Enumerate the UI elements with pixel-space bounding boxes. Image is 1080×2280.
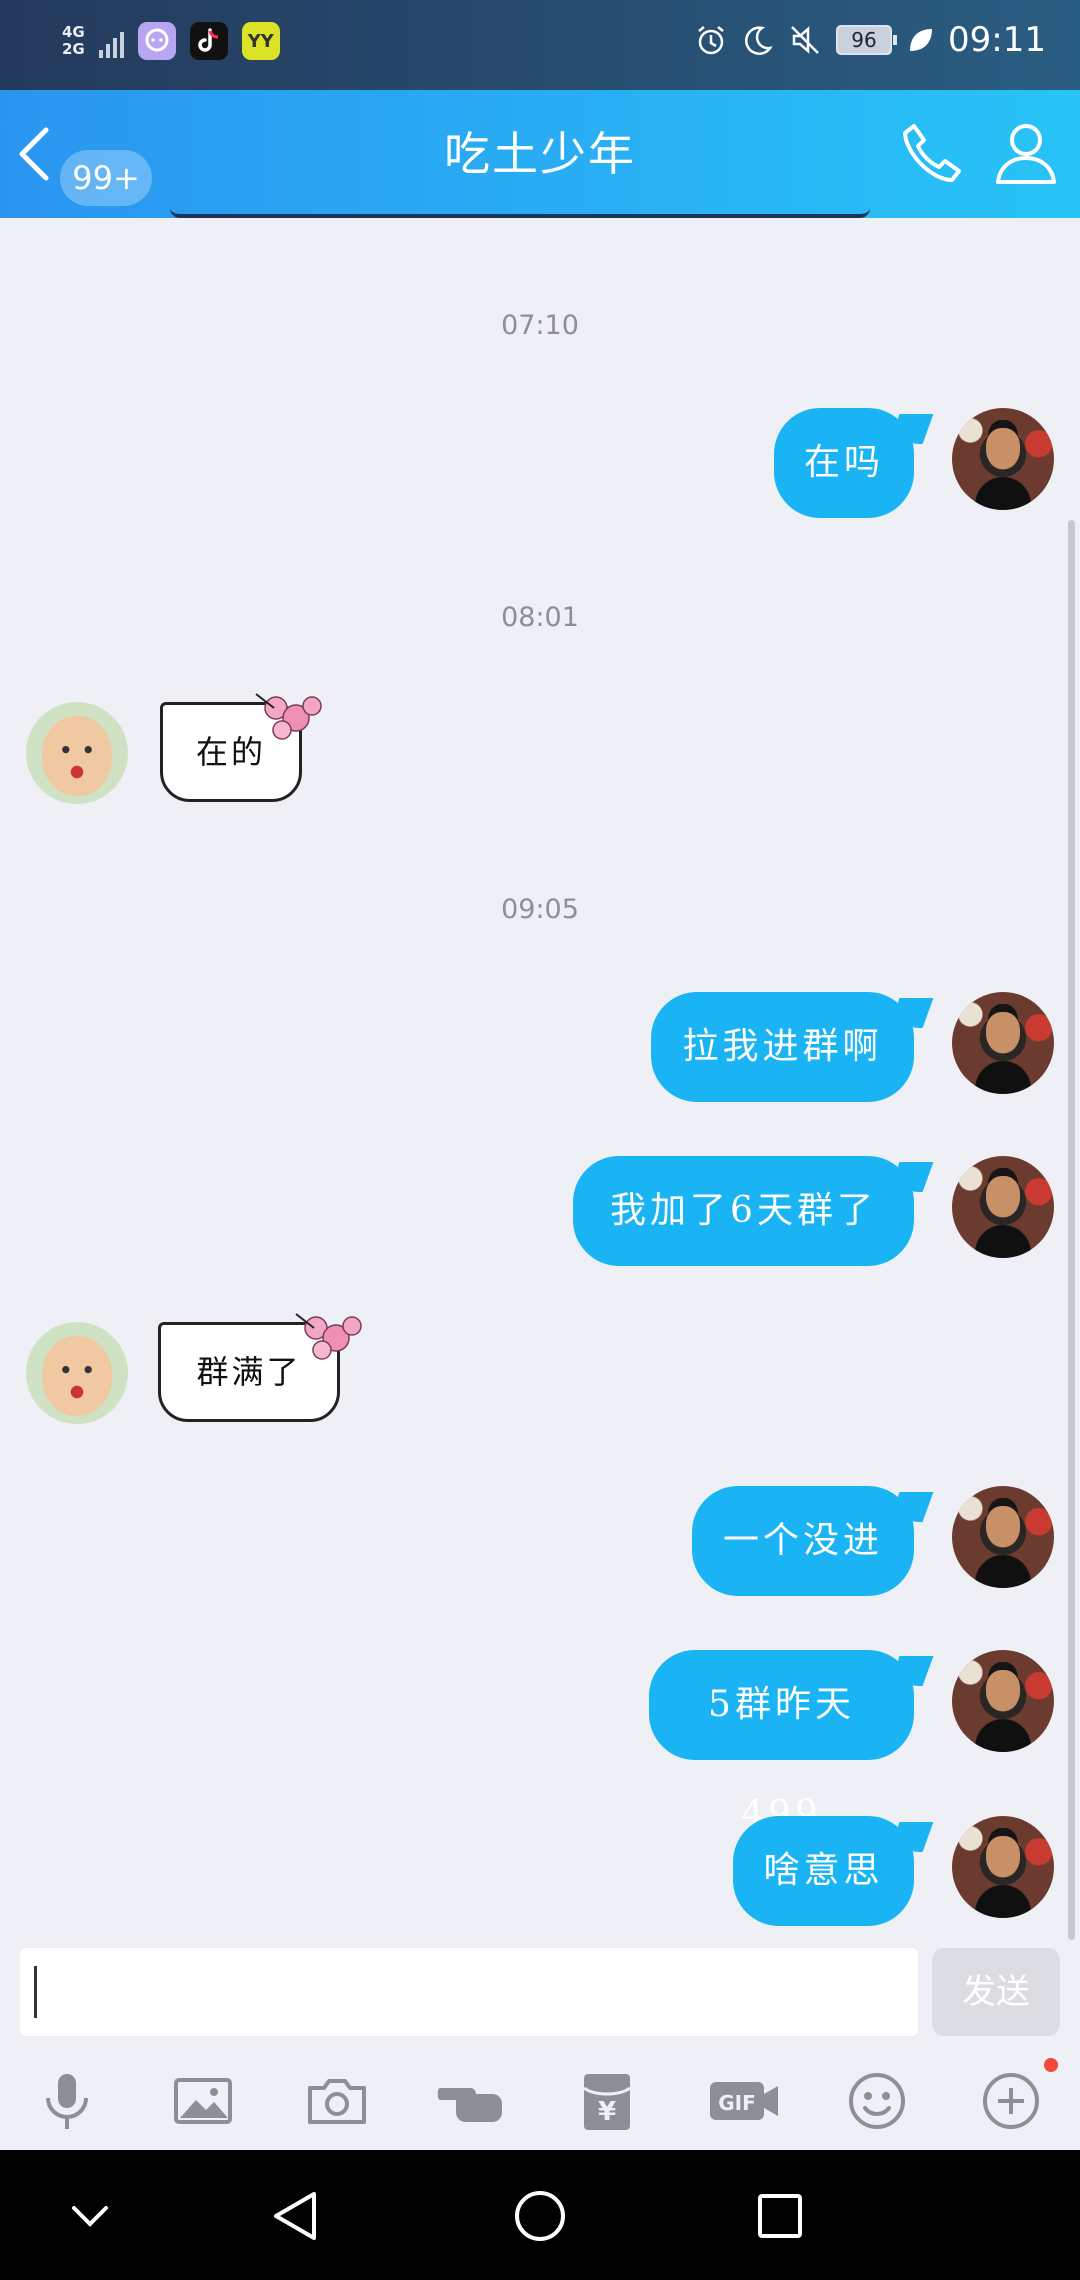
timestamp: 09:05 [501,894,579,925]
poke-icon[interactable] [436,2066,506,2136]
emoji-icon[interactable] [842,2066,912,2136]
message-list[interactable]: 07:10 在吗 08:01 在的 09:05 拉我进群啊 我加了6天群了 群满… [0,218,1080,1948]
my-avatar[interactable] [952,1156,1054,1258]
my-avatar[interactable] [952,1816,1054,1918]
network-type: 4G 2G [62,23,85,58]
profile-icon[interactable] [990,116,1062,188]
phone-icon[interactable] [896,118,968,190]
chat-header: 99+ 吃土少年 [0,90,1080,218]
message-input[interactable] [20,1948,918,2036]
chat-toolbar: ¥ GIF [0,2056,1080,2150]
yy-icon: YY [241,22,280,60]
contact-avatar[interactable] [26,702,128,804]
sent-message[interactable]: 啥意思 [733,1816,914,1926]
gif-icon[interactable]: GIF [706,2066,784,2136]
text-caret [34,1966,37,2018]
microphone-icon[interactable] [32,2066,102,2136]
camera-icon[interactable] [302,2066,372,2136]
battery-indicator: 96 [836,25,898,55]
alarm-icon [698,26,724,55]
leaf-icon [910,29,933,51]
send-button[interactable]: 发送 [932,1948,1060,2036]
status-bar: 4G 2G YY 96 09:11 [0,0,1080,90]
sent-message[interactable]: 一个没进 [692,1486,914,1596]
sent-message[interactable]: 我加了6天群了 [573,1156,914,1266]
sent-message[interactable]: 在吗 [774,408,914,518]
signal-icon [98,24,124,58]
svg-text:¥: ¥ [598,2097,616,2127]
image-icon[interactable] [168,2066,238,2136]
system-nav-bar [0,2150,1080,2280]
timestamp: 07:10 [501,310,579,341]
my-avatar[interactable] [952,408,1054,510]
my-avatar[interactable] [952,1486,1054,1588]
scrollbar[interactable] [1068,520,1075,1940]
flower-sticker-icon [255,693,322,740]
recents-nav-icon[interactable] [744,2180,816,2252]
contact-avatar[interactable] [26,1322,128,1424]
my-avatar[interactable] [952,992,1054,1094]
pinned-edge [170,208,870,218]
red-packet-icon[interactable]: ¥ [572,2066,642,2136]
back-nav-icon[interactable] [262,2180,334,2252]
moon-icon [745,26,773,55]
chevron-left-icon [19,127,49,181]
plus-icon[interactable] [976,2066,1046,2136]
chevron-down-icon[interactable] [54,2180,126,2252]
sent-message[interactable]: 5群昨天499 [649,1650,914,1835]
sent-message[interactable]: 拉我进群啊 [651,992,914,1102]
chat-app-icon [137,22,176,60]
unread-badge: 99+ [60,150,152,206]
my-avatar[interactable] [952,1650,1054,1752]
tiktok-icon [189,22,228,60]
home-nav-icon[interactable] [504,2180,576,2252]
clock: 09:11 [948,20,1046,60]
back-button[interactable]: 99+ [14,116,154,206]
mute-icon [791,26,819,54]
flower-sticker-icon [295,1313,362,1360]
svg-text:GIF: GIF [718,2091,756,2115]
notification-dot [1044,2058,1058,2072]
input-bar: 发送 [0,1948,1080,2056]
timestamp: 08:01 [501,602,579,633]
